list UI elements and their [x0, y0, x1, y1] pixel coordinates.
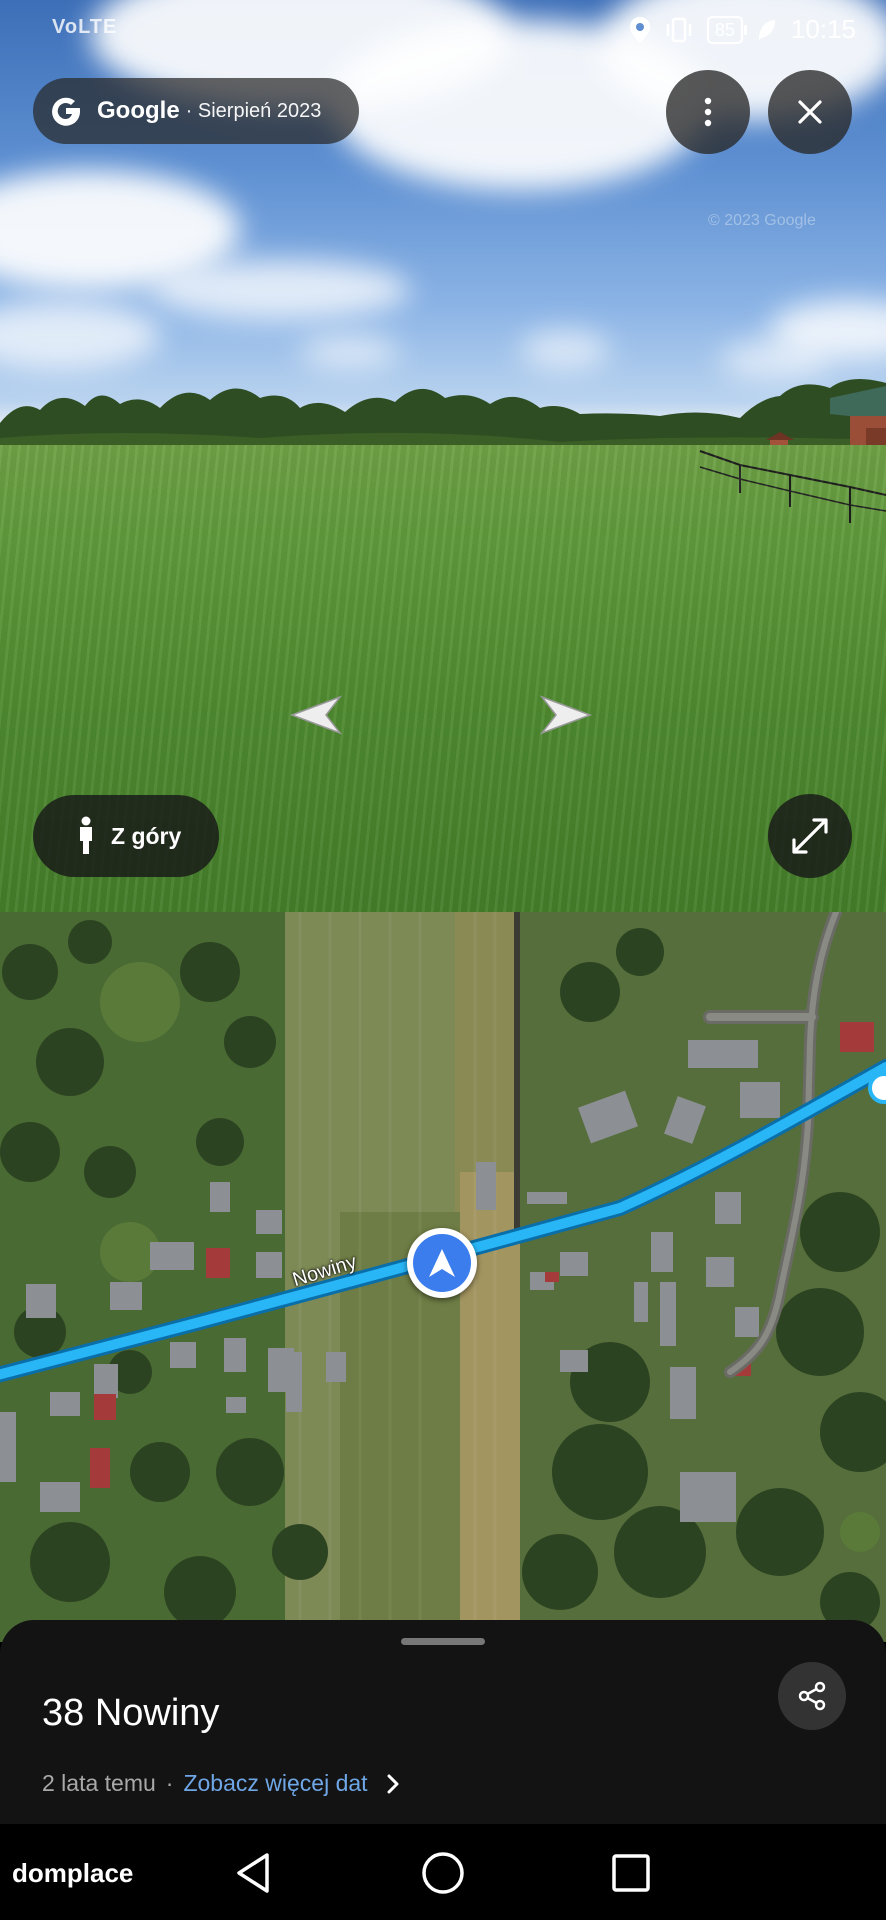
home-button[interactable]	[418, 1848, 468, 1898]
back-icon	[237, 1853, 269, 1893]
google-brand: Google	[97, 97, 180, 124]
chevron-right-small-icon[interactable]	[386, 1773, 400, 1795]
see-more-dates-link[interactable]: Zobacz więcej dat	[183, 1770, 367, 1797]
system-navigation-bar: domplace	[0, 1824, 886, 1920]
back-button[interactable]	[228, 1848, 278, 1898]
cloud	[300, 335, 400, 369]
place-title: 38 Nowiny	[42, 1692, 220, 1734]
top-down-view-button[interactable]: Z góry	[33, 795, 219, 877]
navigation-arrow-icon	[429, 1249, 455, 1277]
home-icon	[422, 1852, 464, 1894]
expand-icon	[792, 818, 828, 854]
street-view-panorama[interactable]: © 2023 Google VoLTE 85 10:15 Google · Si…	[0, 0, 886, 912]
pegman-icon	[80, 816, 92, 854]
top-down-view-label: Z góry	[111, 822, 182, 849]
volte-indicator: VoLTE	[52, 16, 118, 38]
cloud	[150, 260, 410, 320]
clock: 10:15	[790, 14, 856, 44]
share-button[interactable]	[778, 1662, 846, 1730]
close-button[interactable]	[768, 70, 852, 154]
more-options-button[interactable]	[666, 70, 750, 154]
share-icon	[798, 1681, 826, 1711]
current-position-marker[interactable]	[407, 1228, 477, 1298]
watermark: © 2023 Google	[708, 212, 816, 229]
drag-handle[interactable]	[401, 1638, 485, 1645]
separator: ·	[165, 1770, 174, 1796]
watermark-brand: domplace	[12, 1858, 134, 1888]
chevron-left-icon[interactable]	[282, 693, 346, 737]
imagery-date: · Sierpień 2023	[185, 99, 322, 122]
location-icon	[629, 16, 650, 43]
place-bottom-sheet[interactable]: 38 Nowiny 2 lata temu · Zobacz więcej da…	[0, 1620, 886, 1824]
vibrate-icon	[666, 17, 692, 42]
chevron-right-icon[interactable]	[536, 693, 600, 737]
more-vert-icon	[704, 97, 712, 127]
cloud	[520, 330, 610, 370]
recents-icon	[612, 1854, 650, 1892]
imagery-meta-row: 2 lata temu · Zobacz więcej dat	[42, 1770, 400, 1797]
expand-button[interactable]	[768, 794, 852, 878]
cloud	[0, 300, 160, 370]
imagery-age: 2 lata temu	[42, 1770, 156, 1796]
google-g-icon	[52, 97, 81, 126]
leaf-icon	[758, 19, 775, 40]
imagery-info-chip[interactable]: Google · Sierpień 2023	[33, 78, 359, 144]
status-bar: VoLTE 85 10:15	[0, 0, 886, 62]
recents-button[interactable]	[606, 1848, 656, 1898]
close-icon	[798, 100, 822, 124]
battery-indicator: 85	[706, 15, 747, 44]
